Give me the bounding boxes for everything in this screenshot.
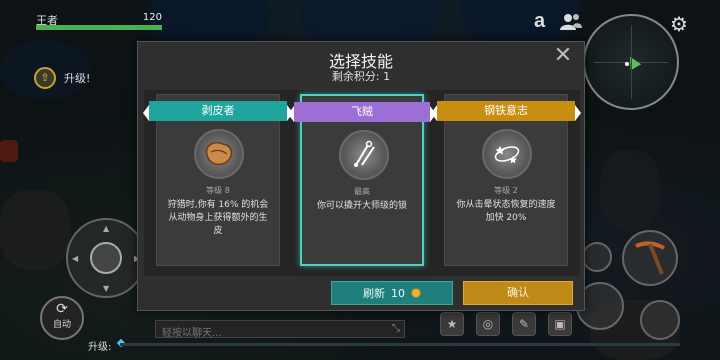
- chat-bar[interactable]: ⤡: [155, 320, 405, 342]
- skill-card-level: 等级 2: [494, 186, 518, 195]
- skill-card-name: 钢铁意志: [484, 104, 528, 117]
- chat-input[interactable]: [156, 325, 376, 342]
- joystick-left-icon: ◀: [72, 254, 79, 263]
- coins-slot-icon[interactable]: ◎: [476, 312, 500, 336]
- close-icon[interactable]: ✕: [552, 45, 574, 67]
- skill-card-description: 你从击晕状态恢复的速度加快 20%: [456, 200, 556, 223]
- skill-card-name: 飞贼: [351, 105, 373, 118]
- auto-label: 自动: [52, 320, 71, 330]
- skill-card-thief[interactable]: 飞贼 最高 你可以撬开大师级的锁: [288, 94, 436, 266]
- skill-card-ribbon: 剥皮者: [143, 101, 293, 121]
- level-up-notice[interactable]: ⇧ 升级!: [34, 67, 90, 89]
- auto-button[interactable]: ⟳ 自动: [40, 296, 84, 340]
- chat-expand-icon[interactable]: ⤡: [392, 323, 400, 334]
- skill-select-dialog: 选择技能 剩余积分: 1 ✕ 剥皮者 等级 8 狩猎时,你有 16% 的机会从动…: [137, 41, 585, 311]
- skill-card-ribbon: 钢铁意志: [431, 101, 581, 121]
- refresh-button[interactable]: 刷新 10: [331, 281, 453, 305]
- joystick-up-icon: ▲: [103, 224, 110, 233]
- level-up-icon: ⇧: [34, 67, 56, 89]
- backpack-slot-icon[interactable]: ▣: [548, 312, 572, 336]
- skill-cards-panel: 剥皮者 等级 8 狩猎时,你有 16% 的机会从动物身上获得额外的生皮 飞贼 最…: [143, 90, 581, 276]
- xp-bar: [120, 343, 680, 346]
- skill-card-description: 狩猎时,你有 16% 的机会从动物身上获得额外的生皮: [167, 200, 269, 236]
- level-up-label: 升级!: [64, 72, 91, 85]
- confirm-button[interactable]: 确认: [463, 281, 573, 305]
- pickaxe-icon: [635, 241, 665, 275]
- settings-gear-icon[interactable]: ⚙: [670, 12, 688, 36]
- friends-icon[interactable]: [560, 12, 582, 32]
- health-bar: [36, 25, 162, 30]
- skill-card-skinner[interactable]: 剥皮者 等级 8 狩猎时,你有 16% 的机会从动物身上获得额外的生皮: [143, 94, 293, 266]
- health-bar-fill: [36, 25, 162, 30]
- xp-label: 升级:: [88, 342, 112, 353]
- auto-cycle-icon: ⟳: [56, 301, 68, 317]
- skill-card-name: 剥皮者: [201, 104, 235, 117]
- lockpick-icon: [339, 130, 389, 180]
- joystick-knob[interactable]: [90, 242, 122, 274]
- skill-card-level: 等级 8: [206, 186, 230, 195]
- map-slot-icon[interactable]: ✎: [512, 312, 536, 336]
- health-value: 120: [142, 12, 162, 23]
- shield-slot-icon[interactable]: ★: [440, 312, 464, 336]
- amazon-icon[interactable]: a: [534, 10, 545, 33]
- movement-joystick[interactable]: ▲ ▼ ◀ ▶: [66, 218, 146, 298]
- skill-card-iron-will[interactable]: 钢铁意志 等级 2 你从击晕状态恢复的速度加快 20%: [431, 94, 581, 266]
- remaining-points: 剩余积分: 1: [331, 70, 391, 83]
- joystick-down-icon: ▼: [103, 284, 110, 293]
- sneak-button[interactable]: [640, 300, 680, 340]
- map-marker-icon: [625, 62, 629, 66]
- refresh-cost: 10: [391, 286, 405, 300]
- skill-card-description: 你可以撬开大师级的锁: [316, 201, 407, 211]
- target-button[interactable]: [582, 242, 612, 272]
- refresh-label: 刷新: [363, 287, 385, 300]
- skill-card-ribbon: 飞贼: [288, 102, 436, 122]
- coin-icon: [411, 288, 421, 298]
- skill-card-level: 最高: [354, 187, 370, 196]
- hide-icon: [194, 129, 244, 179]
- attack-button[interactable]: [622, 230, 678, 286]
- stun-icon: [482, 129, 532, 179]
- minimap[interactable]: [583, 14, 679, 110]
